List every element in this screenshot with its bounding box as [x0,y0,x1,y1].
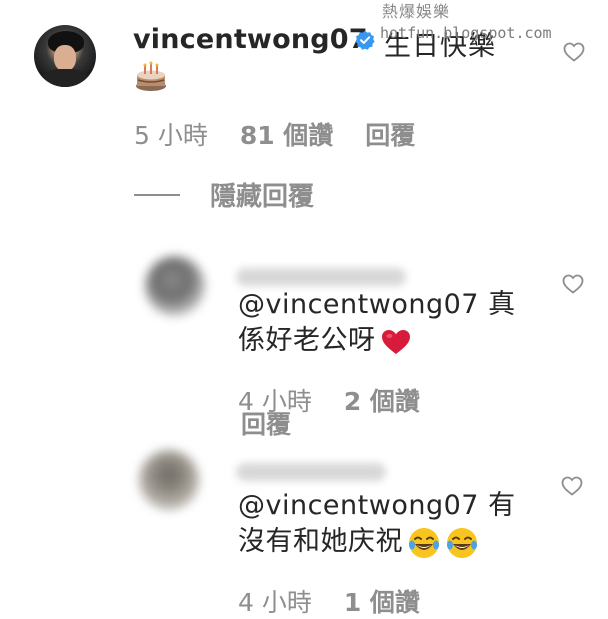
comment-username[interactable]: vincentwong07 [133,24,368,55]
verified-badge-icon [355,30,375,50]
reply-text: @vincentwong07 真 係好老公呀 [238,287,516,359]
reply-likes-count[interactable]: 2 個讚 [344,387,420,416]
comment-likes-count[interactable]: 81 個讚 [240,121,334,150]
watermark-url: hotfun.blogspot.com [380,24,552,42]
comment-meta: 5 小時 81 個讚 回覆 [134,116,439,152]
reply-mention[interactable]: @vincentwong07 [238,289,479,320]
reply-text: @vincentwong07 有 沒有和她庆祝 [238,488,516,560]
laughing-tears-icon [409,527,439,558]
red-heart-icon [381,329,410,354]
reply-text-suffix: 有 [488,490,516,521]
like-heart-icon[interactable] [560,474,584,498]
watermark: 熱爆娛樂 hotfun.blogspot.com [380,4,604,41]
watermark-title: 熱爆娛樂 [382,2,451,21]
reply-avatar[interactable] [139,450,199,510]
reply-time: 4 小時 [238,588,312,617]
reply-button[interactable]: 回覆 [365,121,415,150]
divider-line [134,193,180,196]
reply-username-blurred [236,268,406,286]
hide-replies-label: 隱藏回覆 [210,182,315,212]
reply-text-line2: 沒有和她庆祝 [238,526,403,557]
like-heart-icon[interactable] [561,272,585,296]
reply-meta: 4 小時 1 個讚 [238,583,444,619]
laughing-tears-icon [447,527,477,558]
hide-replies-button[interactable]: 隱藏回覆 [134,176,314,213]
reply-username-blurred [236,463,386,481]
avatar[interactable] [34,25,96,87]
reply-meta-reply: 回覆 [241,405,315,441]
birthday-cake-icon [136,61,166,91]
reply-text-suffix: 真 [488,289,516,320]
reply-avatar[interactable] [145,256,205,316]
like-heart-icon[interactable] [562,40,586,64]
comment-time: 5 小時 [134,121,208,150]
reply-likes-count[interactable]: 1 個讚 [344,588,420,617]
reply-button[interactable]: 回覆 [241,410,291,439]
reply-text-line2: 係好老公呀 [238,325,376,356]
reply-mention[interactable]: @vincentwong07 [238,490,479,521]
